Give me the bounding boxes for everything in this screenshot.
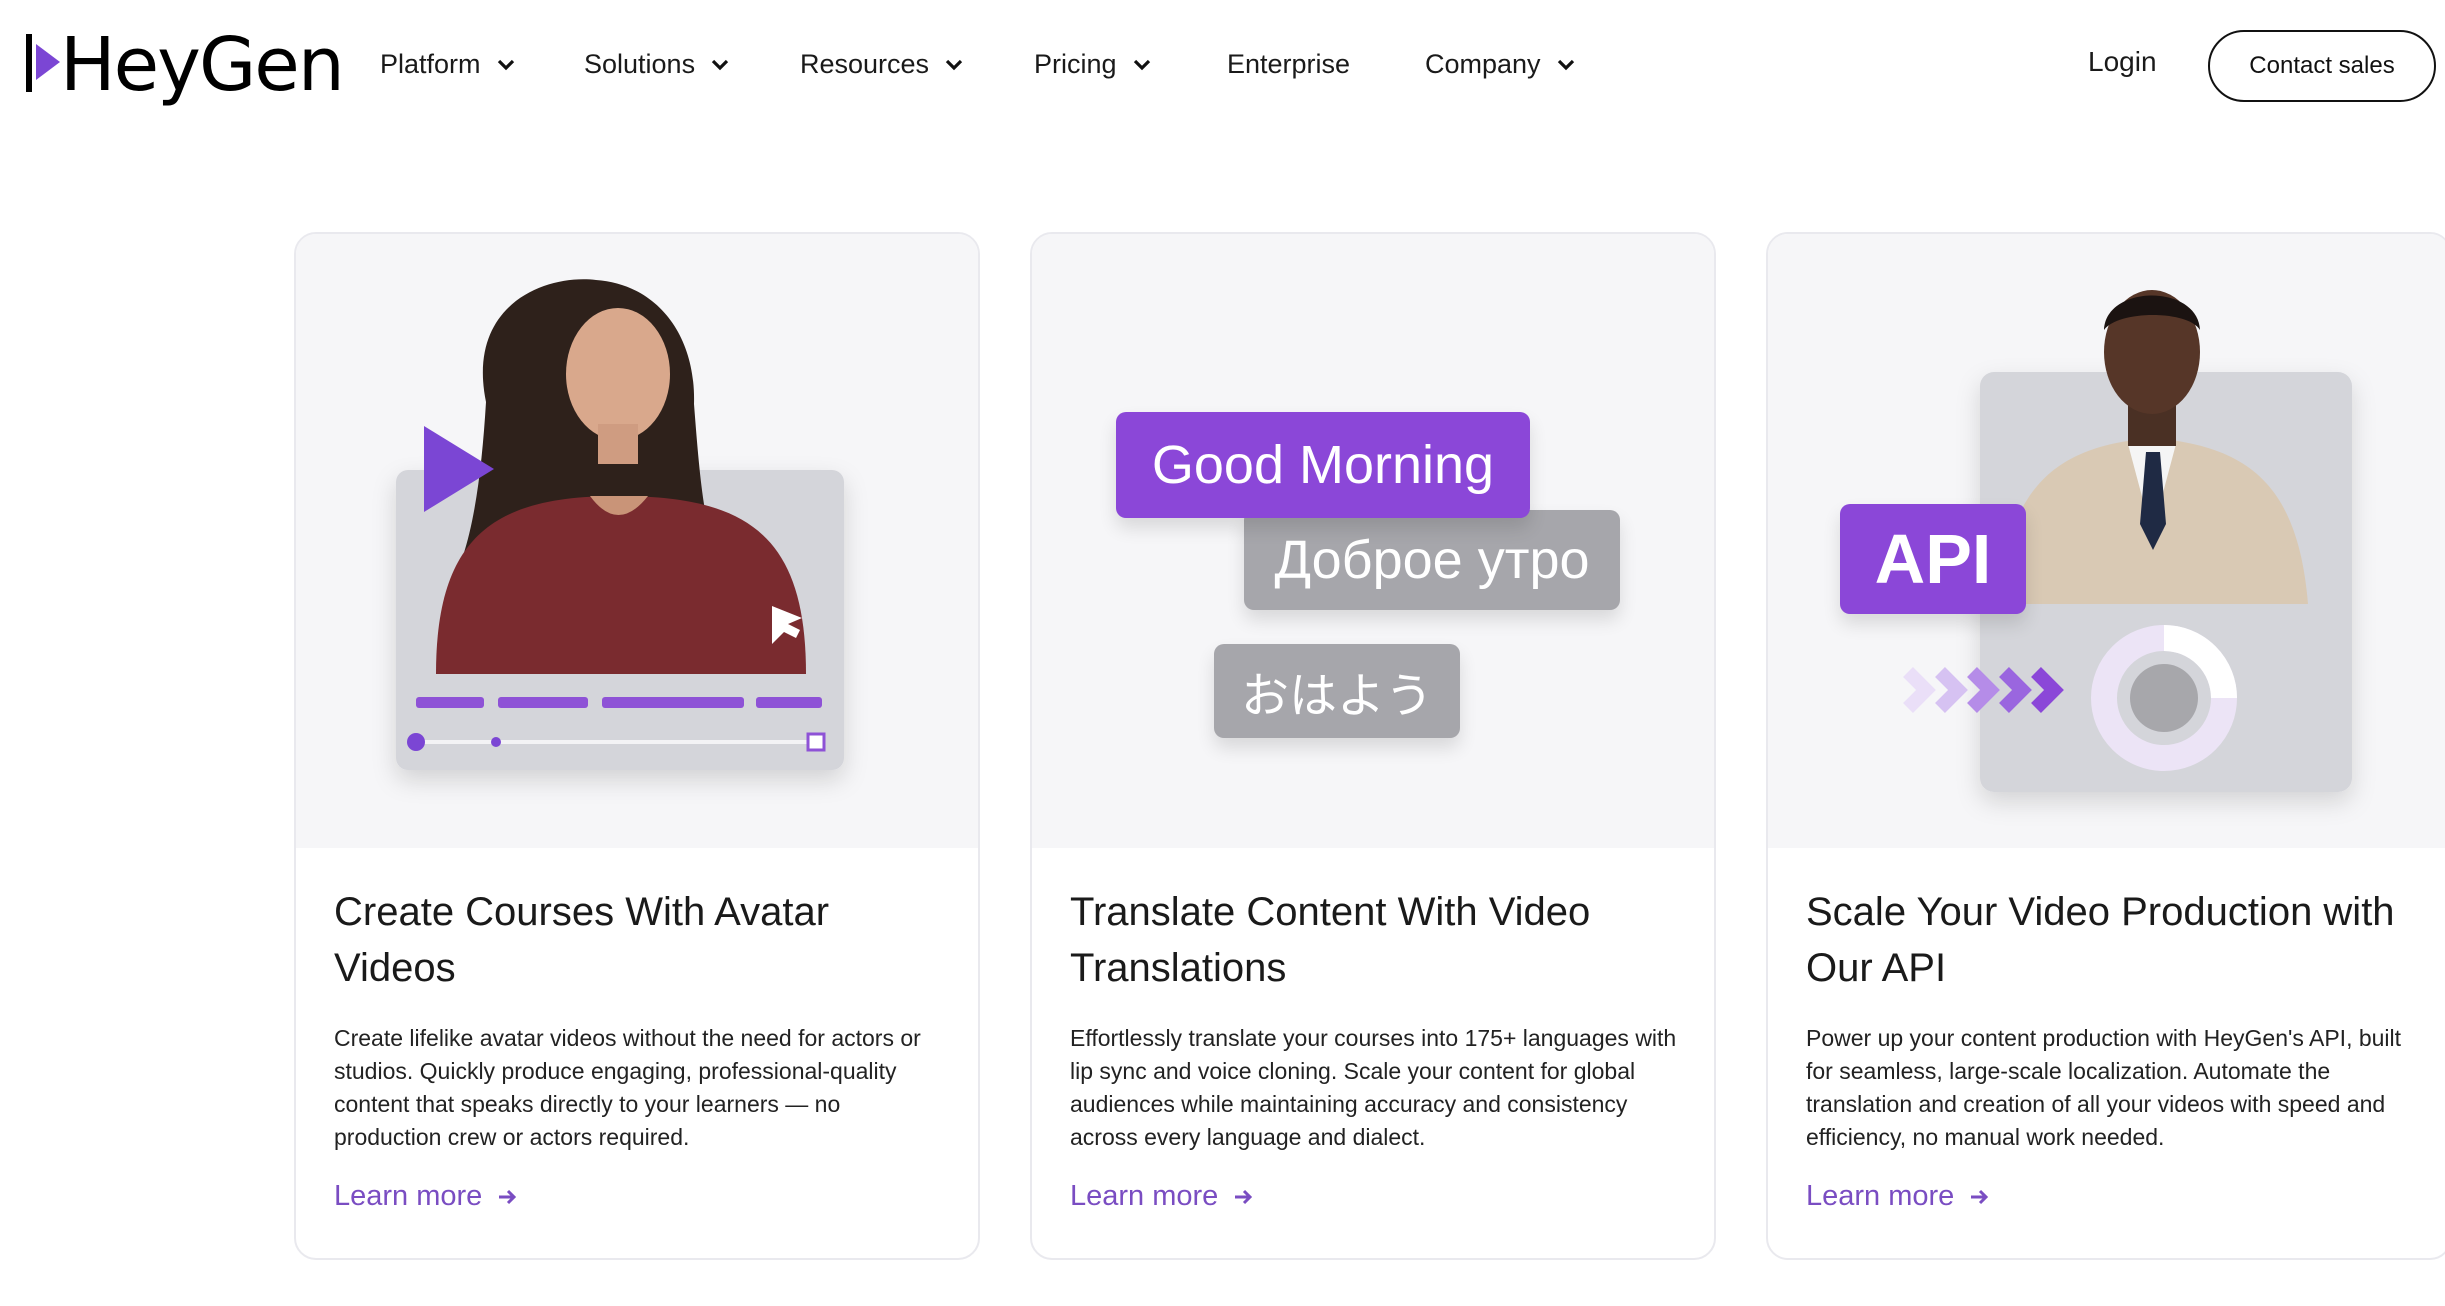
japanese-greeting-pill: おはよう <box>1214 644 1460 738</box>
chevron-down-icon <box>1133 59 1150 71</box>
chevron-down-icon <box>711 59 729 71</box>
chevron-down-icon <box>497 59 514 71</box>
course-card-translation: おはよう Доброе утро Good Morning Translate … <box>1030 232 1716 1260</box>
api-illustration: API <box>1768 234 2445 848</box>
contact-sales-button[interactable]: Contact sales <box>2208 30 2436 102</box>
chevron-down-icon <box>1557 59 1574 71</box>
translation-illustration: おはよう Доброе утро Good Morning <box>1032 234 1714 848</box>
arrow-right-icon <box>1235 1189 1253 1204</box>
logo-wordmark: HeyGen <box>60 22 345 108</box>
course-card-avatar: Create Courses With Avatar Videos Create… <box>294 232 980 1260</box>
nav-label: Platform <box>380 48 481 79</box>
nav-label: Company <box>1425 48 1541 79</box>
learn-more-label: Learn more <box>1806 1180 1955 1212</box>
chevron-down-icon <box>945 59 963 71</box>
card-title: Translate Content With Video Translation… <box>1070 890 1591 990</box>
learn-more-label: Learn more <box>334 1180 483 1212</box>
russian-greeting-pill: Доброе утро <box>1244 510 1620 610</box>
login-link[interactable]: Login <box>2088 46 2157 78</box>
english-greeting-pill: Good Morning <box>1116 412 1530 518</box>
course-card-api: API Scale Your Video Production with Our… <box>1766 232 2445 1260</box>
card-title: Create Courses With Avatar Videos <box>334 890 830 990</box>
card-description: Create lifelike avatar videos without th… <box>334 1025 921 1150</box>
nav-label: Pricing <box>1034 48 1117 79</box>
nav-label: Enterprise <box>1227 48 1351 79</box>
arrow-right-icon <box>499 1189 517 1204</box>
nav-enterprise[interactable]: Enterprise <box>1227 44 1350 84</box>
card-title: Scale Your Video Production with Our API <box>1806 890 2395 990</box>
learn-more-link[interactable]: Learn more <box>1806 1180 1990 1213</box>
card-description: Power up your content production with He… <box>1806 1025 2402 1150</box>
learn-more-link[interactable]: Learn more <box>334 1180 518 1213</box>
nav-pricing[interactable]: Pricing <box>1034 44 1153 84</box>
heygen-logo[interactable]: HeyGen <box>26 22 345 108</box>
learn-more-label: Learn more <box>1070 1180 1219 1212</box>
nav-company[interactable]: Company <box>1425 44 1577 84</box>
learn-more-link[interactable]: Learn more <box>1070 1180 1254 1213</box>
nav-resources[interactable]: Resources <box>800 44 965 84</box>
nav-platform[interactable]: Platform <box>380 44 517 84</box>
nav-label: Solutions <box>584 48 696 79</box>
nav-solutions[interactable]: Solutions <box>584 44 731 84</box>
arrow-right-icon <box>1971 1189 1989 1204</box>
video-player-mockup <box>396 279 844 770</box>
nav-label: Resources <box>800 48 930 79</box>
card-description: Effortlessly translate your courses into… <box>1070 1025 1677 1150</box>
avatar-video-illustration <box>296 234 978 848</box>
api-badge: API <box>1840 504 2026 614</box>
top-navigation: HeyGen Platform Solutions Resources Pric… <box>0 0 2445 130</box>
